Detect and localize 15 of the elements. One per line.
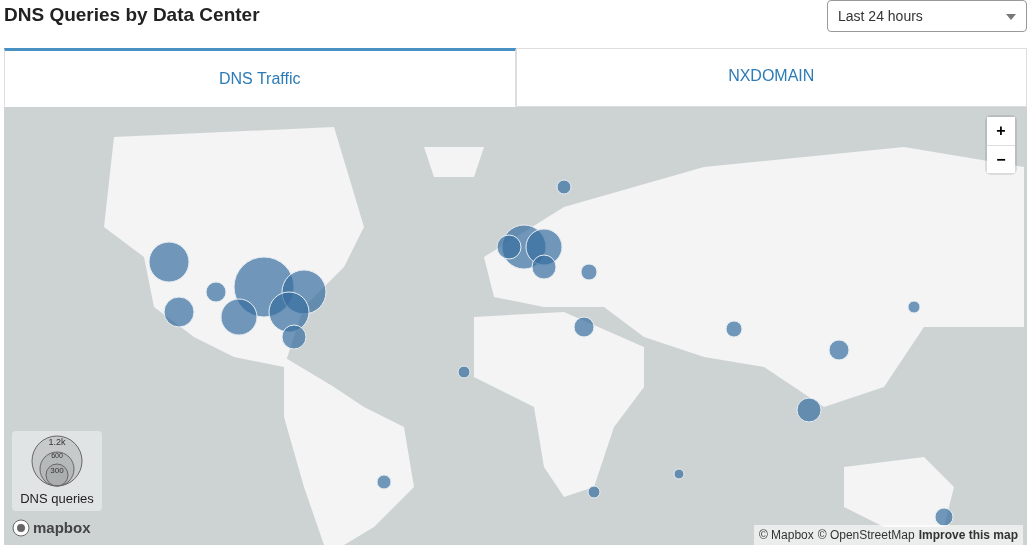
attribution-text: © Mapbox bbox=[758, 527, 814, 544]
zoom-out-button[interactable]: − bbox=[987, 145, 1015, 173]
improve-map-link[interactable]: Improve this map bbox=[918, 526, 1018, 544]
time-range-dropdown[interactable]: Last 24 hours bbox=[827, 0, 1027, 32]
logo-icon bbox=[12, 519, 30, 538]
legend-title: DNS queries bbox=[20, 490, 94, 508]
tab[interactable]: DNS Traffic bbox=[4, 48, 516, 107]
page-title: DNS Queries by Data Center bbox=[4, 4, 260, 27]
logo-text: mapbox bbox=[33, 518, 91, 538]
caret-icon bbox=[1006, 14, 1016, 20]
attribution-text: © OpenStreetMap bbox=[817, 527, 915, 544]
tab[interactable]: NXDOMAIN bbox=[515, 48, 1027, 107]
size-legend-drawing bbox=[31, 435, 83, 487]
legend-size-label: 1.2k bbox=[47, 438, 67, 447]
legend-size-label: 300 bbox=[49, 467, 65, 475]
